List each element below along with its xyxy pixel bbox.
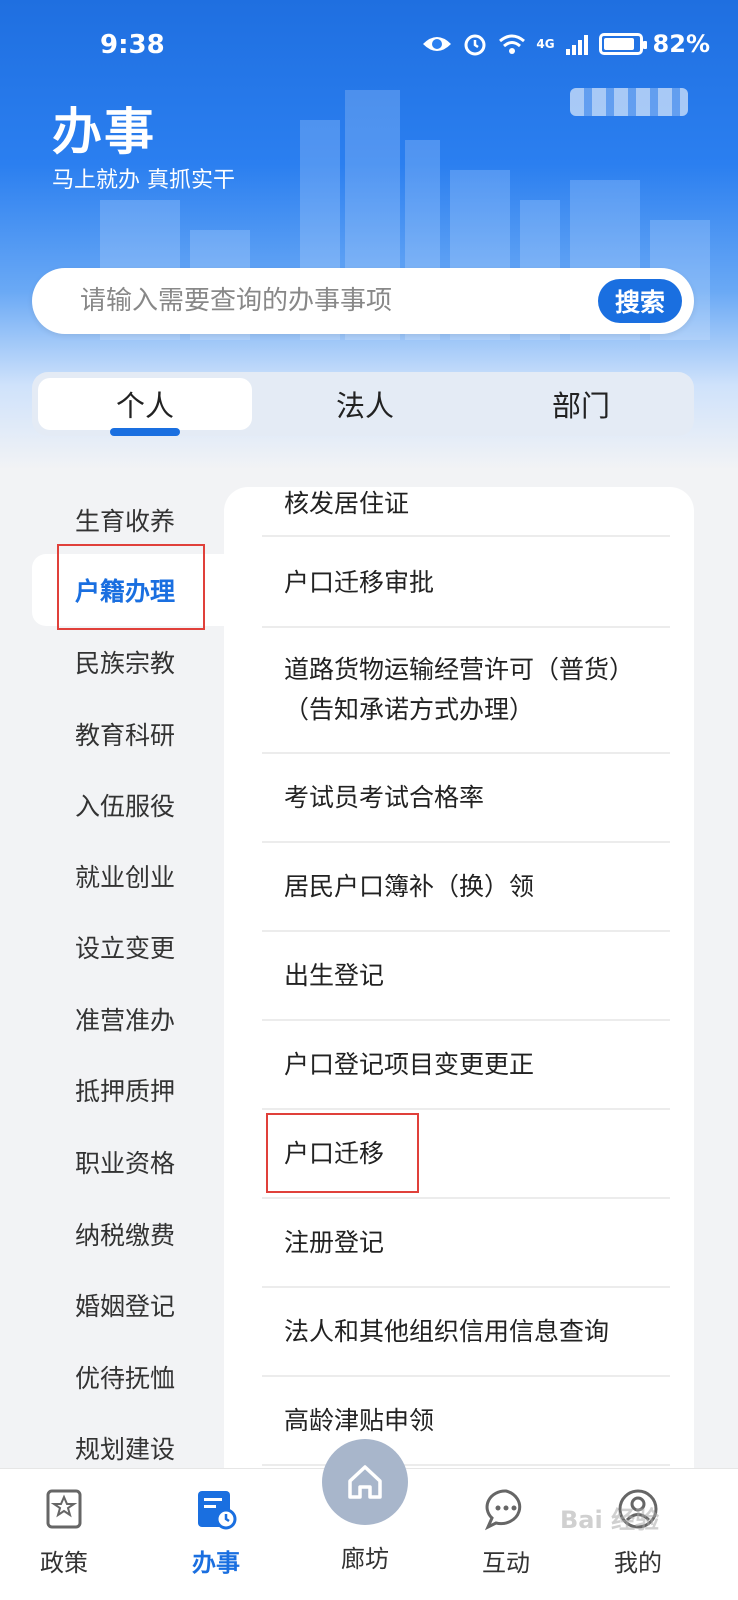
- category-item[interactable]: 设立变更: [0, 911, 230, 983]
- service-item[interactable]: 注册登记: [262, 1199, 670, 1288]
- category-item[interactable]: 民族宗教: [0, 626, 230, 698]
- service-item[interactable]: 高龄津贴申领: [262, 1377, 670, 1466]
- tab-personal[interactable]: 个人: [38, 378, 252, 430]
- wifi-icon: [499, 34, 526, 54]
- category-item[interactable]: 生育收养: [0, 484, 230, 556]
- service-item[interactable]: 考试员考试合格率: [262, 754, 670, 843]
- category-item[interactable]: 优待抚恤: [0, 1341, 230, 1413]
- tab-department[interactable]: 部门: [474, 378, 688, 430]
- service-item-list: 核发居住证 户口迁移审批 道路货物运输经营许可（普货）（告知承诺方式办理） 考试…: [224, 487, 694, 1477]
- search-input[interactable]: [80, 268, 580, 334]
- affairs-icon: [198, 1491, 237, 1530]
- service-item[interactable]: 道路货物运输经营许可（普货）（告知承诺方式办理）: [262, 628, 670, 754]
- signal-icon: [565, 35, 588, 55]
- category-item[interactable]: 就业创业: [0, 840, 230, 912]
- nav-label[interactable]: 廊坊: [322, 1539, 408, 1574]
- blurred-user-info: [570, 88, 688, 116]
- category-item[interactable]: 纳税缴费: [0, 1198, 230, 1270]
- nav-home-button[interactable]: [322, 1439, 408, 1525]
- status-time: 9:38: [100, 30, 165, 60]
- category-item[interactable]: 抵押质押: [0, 1054, 230, 1126]
- search-button[interactable]: 搜索: [598, 279, 682, 323]
- nav-interaction[interactable]: 互动: [456, 1481, 556, 1591]
- category-list: 生育收养 户籍办理 民族宗教 教育科研 入伍服役 就业创业 设立变更 准营准办 …: [0, 484, 230, 1469]
- search-bar: 搜索: [32, 268, 694, 334]
- category-item[interactable]: 规划建设: [0, 1412, 230, 1469]
- service-item[interactable]: 户口迁移审批: [262, 539, 670, 628]
- service-item[interactable]: 户口迁移: [262, 1110, 670, 1199]
- nav-label: 政策: [40, 1549, 88, 1577]
- tab-legal-person[interactable]: 法人: [258, 378, 472, 430]
- nav-affairs[interactable]: 办事: [166, 1481, 266, 1591]
- eye-icon: [423, 37, 452, 51]
- chat-icon: [484, 1489, 522, 1531]
- nav-label: 办事: [192, 1549, 240, 1577]
- status-icons: 4G 82%: [422, 30, 710, 58]
- category-item[interactable]: 职业资格: [0, 1126, 230, 1198]
- category-item[interactable]: 婚姻登记: [0, 1269, 230, 1341]
- nav-policy[interactable]: 政策: [14, 1481, 114, 1591]
- category-item[interactable]: 准营准办: [0, 983, 230, 1055]
- tab-active-indicator: [110, 428, 180, 436]
- policy-icon: [46, 1489, 82, 1529]
- watermark: Bai 经验: [560, 1506, 660, 1534]
- service-item[interactable]: 户口登记项目变更更正: [262, 1021, 670, 1110]
- category-item[interactable]: 教育科研: [0, 698, 230, 770]
- status-bar: 9:38 4G 82%: [0, 0, 738, 90]
- battery-icon: [598, 33, 647, 55]
- page-title: 办事: [52, 103, 156, 161]
- category-item[interactable]: 入伍服役: [0, 769, 230, 841]
- service-item[interactable]: 出生登记: [262, 932, 670, 1021]
- home-icon: [348, 1465, 382, 1499]
- battery-percent: 82%: [652, 30, 710, 58]
- alarm-icon: [464, 34, 486, 56]
- service-item[interactable]: 居民户口簿补（换）领: [262, 843, 670, 932]
- category-item-active[interactable]: 户籍办理: [32, 554, 230, 626]
- tab-bar: 个人 法人 部门: [32, 372, 694, 436]
- service-item[interactable]: 法人和其他组织信用信息查询: [262, 1288, 670, 1377]
- network-type: 4G: [536, 37, 555, 51]
- page-slogan: 马上就办 真抓实干: [52, 168, 235, 193]
- service-item[interactable]: 核发居住证: [262, 487, 670, 537]
- nav-label: 互动: [482, 1549, 530, 1577]
